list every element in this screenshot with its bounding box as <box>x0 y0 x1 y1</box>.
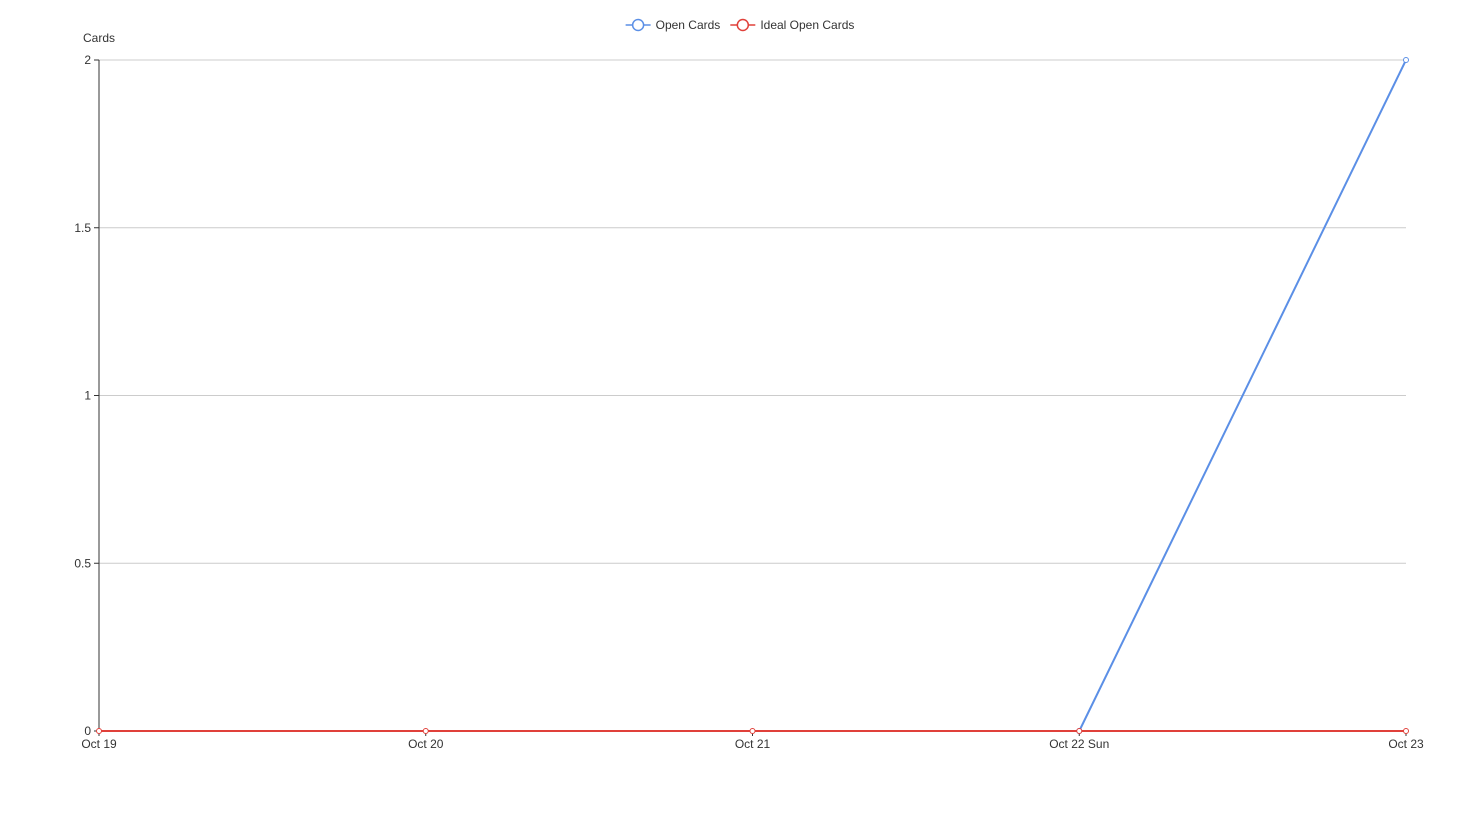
data-point <box>1403 57 1409 63</box>
legend-circle-icon <box>631 18 645 32</box>
chart-canvas: Open Cards Ideal Open Cards Cards 0 0.5 1 1.… <box>74 18 1424 751</box>
data-point <box>749 728 756 734</box>
x-tick-label: Oct 22 Sun <box>1049 737 1109 751</box>
x-axis-ticks: Oct 19 Oct 20 Oct 21 Oct 22 Sun Oct 23 <box>81 731 1424 751</box>
legend: Open Cards Ideal Open Cards <box>625 18 854 32</box>
x-tick-label: Oct 21 <box>735 737 771 751</box>
x-tick-label: Oct 20 <box>408 737 444 751</box>
y-axis-title: Cards <box>83 31 115 45</box>
data-point <box>96 728 102 734</box>
y-tick-label: 2 <box>84 53 91 67</box>
y-tick-label: 0 <box>84 724 91 738</box>
y-tick-label: 1.5 <box>74 221 91 235</box>
y-tick-label: 0.5 <box>74 556 91 570</box>
data-point <box>422 728 429 734</box>
legend-item: Open Cards <box>625 18 721 32</box>
burndown-chart: Open Cards Ideal Open Cards Cards 0 0.5 1 1.… <box>0 0 1480 811</box>
x-tick-label: Oct 19 <box>81 737 117 751</box>
y-axis-ticks: 0 0.5 1 1.5 2 <box>74 53 99 738</box>
y-tick-label: 1 <box>84 389 91 403</box>
legend-label: Open Cards <box>656 18 721 32</box>
data-point <box>1076 728 1083 734</box>
legend-item: Ideal Open Cards <box>730 18 854 32</box>
x-tick-label: Oct 23 <box>1388 737 1424 751</box>
legend-label: Ideal Open Cards <box>760 18 854 32</box>
legend-circle-icon <box>736 18 750 32</box>
data-point <box>1403 728 1409 734</box>
grid-lines <box>99 59 1406 564</box>
